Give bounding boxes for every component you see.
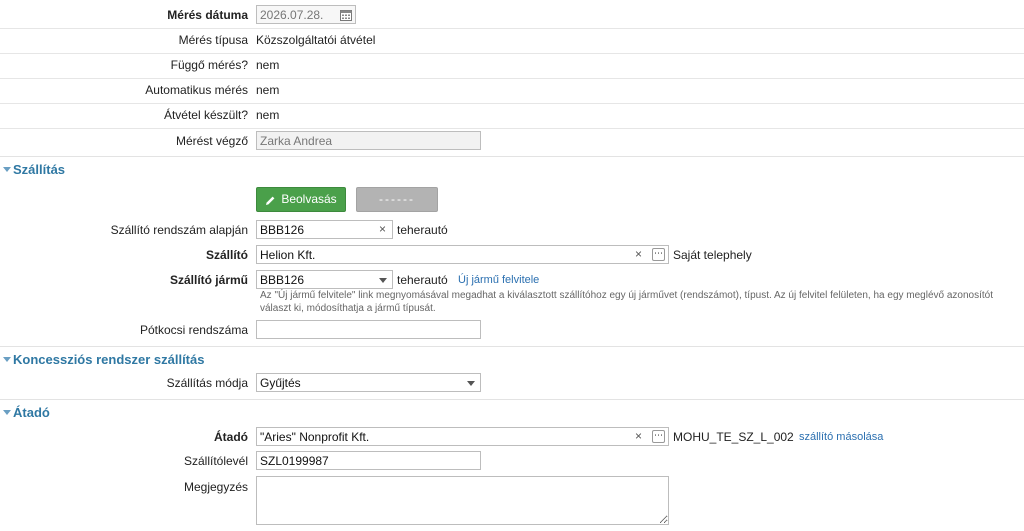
shipping-mode-select[interactable]: Gyűjtés xyxy=(256,373,481,392)
pending-value: nem xyxy=(256,58,280,72)
carrier-clear-icon[interactable]: × xyxy=(635,247,642,261)
type-label: Mérés típusa xyxy=(178,33,248,47)
waybill-input[interactable]: SZL0199987 xyxy=(256,451,481,470)
giver-code: MOHU_TE_SZ_L_002 xyxy=(673,430,794,444)
performer-label: Mérést végző xyxy=(175,134,248,148)
pencil-icon xyxy=(266,196,275,205)
plate-suffix: teherautó xyxy=(397,223,448,237)
disabled-button: ------ xyxy=(356,187,438,212)
shipping-mode-value: Gyűjtés xyxy=(260,376,301,390)
shipping-mode-label: Szállítás módja xyxy=(166,376,248,390)
date-field[interactable]: 2026.07.28. xyxy=(256,5,356,24)
plate-clear-icon[interactable]: × xyxy=(379,222,386,236)
handover-made-label: Átvétel készült? xyxy=(163,108,248,122)
collapse-triangle-icon xyxy=(3,167,11,172)
vehicle-value: BBB126 xyxy=(260,273,305,287)
copy-carrier-link[interactable]: szállító másolása xyxy=(799,431,883,443)
carrier-suffix: Saját telephely xyxy=(673,248,752,262)
vehicle-label: Szállító jármű xyxy=(169,273,248,287)
giver-clear-icon[interactable]: × xyxy=(635,429,642,443)
disabled-button-label: ------ xyxy=(379,192,415,206)
collapse-triangle-icon xyxy=(3,357,11,362)
note-textarea[interactable] xyxy=(256,476,669,525)
calendar-icon[interactable] xyxy=(340,9,352,21)
shipping-section-title: Szállítás xyxy=(13,162,66,177)
carrier-field[interactable]: Helion Kft. xyxy=(256,245,669,264)
plate-label: Szállító rendszám alapján xyxy=(110,223,248,237)
plate-field[interactable]: BBB126 xyxy=(256,220,393,239)
plate-value: BBB126 xyxy=(260,223,305,237)
giver-label: Átadó xyxy=(214,430,248,444)
date-label: Mérés dátuma xyxy=(167,8,248,22)
giver-value: "Aries" Nonprofit Kft. xyxy=(260,430,370,444)
carrier-value: Helion Kft. xyxy=(260,248,316,262)
type-value: Közszolgáltatói átvétel xyxy=(256,33,376,47)
note-label: Megjegyzés xyxy=(183,480,248,494)
trailer-label: Pótkocsi rendszáma xyxy=(139,323,248,337)
carrier-browse-icon[interactable]: ⋯ xyxy=(652,248,665,261)
performer-field: Zarka Andrea xyxy=(256,131,481,150)
scan-button[interactable]: Beolvasás xyxy=(256,187,346,212)
vehicle-select[interactable]: BBB126 xyxy=(256,270,393,289)
trailer-input[interactable] xyxy=(256,320,481,339)
auto-value: nem xyxy=(256,83,280,97)
collapse-triangle-icon xyxy=(3,410,11,415)
new-vehicle-link[interactable]: Új jármű felvitele xyxy=(458,274,539,286)
date-value: 2026.07.28. xyxy=(260,8,324,22)
giver-field[interactable]: "Aries" Nonprofit Kft. xyxy=(256,427,669,446)
waybill-label: Szállítólevél xyxy=(183,454,248,468)
giver-section-title: Átadó xyxy=(13,405,50,420)
carrier-label: Szállító xyxy=(205,248,248,262)
scan-button-label: Beolvasás xyxy=(281,192,337,206)
vehicle-suffix: teherautó xyxy=(397,273,448,287)
shipping-mode-chevron-down-icon[interactable] xyxy=(467,381,475,386)
concession-section-title: Koncessziós rendszer szállítás xyxy=(13,352,205,367)
pending-label: Függő mérés? xyxy=(170,58,248,72)
giver-section-header[interactable]: Átadó xyxy=(0,399,1024,425)
giver-browse-icon[interactable]: ⋯ xyxy=(652,430,665,443)
handover-made-value: nem xyxy=(256,108,280,122)
shipping-section-header[interactable]: Szállítás xyxy=(0,156,1024,182)
vehicle-hint: Az "Új jármű felvitele" link megnyomásáv… xyxy=(260,290,994,314)
auto-label: Automatikus mérés xyxy=(145,83,248,97)
concession-section-header[interactable]: Koncessziós rendszer szállítás xyxy=(0,346,1024,372)
vehicle-chevron-down-icon[interactable] xyxy=(379,278,387,283)
